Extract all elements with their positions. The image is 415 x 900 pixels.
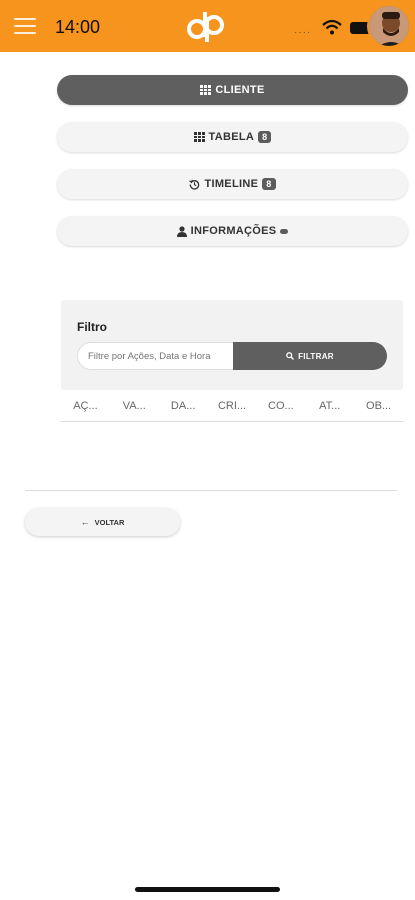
user-icon [176,225,187,237]
filter-title: Filtro [77,320,107,334]
history-icon [189,179,200,190]
timeline-label: TIMELINE [204,178,259,190]
filter-button-label: FILTRAR [298,351,334,361]
timeline-count-badge: 8 [262,178,276,190]
column-header-co[interactable]: CO... [256,400,305,412]
filter-button[interactable]: FILTRAR [233,342,387,370]
voltar-button[interactable]: ← VOLTAR [25,508,180,536]
hamburger-menu-icon[interactable] [14,18,36,34]
column-header-at[interactable]: AT... [305,400,354,412]
tabela-label: TABELA [208,131,255,143]
table-icon [193,132,205,142]
tabela-count-badge: 8 [258,131,272,143]
timeline-button[interactable]: TIMELINE 8 [57,169,408,199]
arrow-left-icon: ← [80,517,90,527]
informacoes-badge [280,228,289,234]
app-header: 14:00 ···· [0,0,415,52]
table-header: AÇ... VA... DA... CRI... CO... AT... OB.… [61,390,403,422]
wifi-icon [322,19,342,35]
user-avatar[interactable] [367,4,411,48]
avatar-image [369,6,409,46]
informacoes-label: INFORMAÇÕES [190,225,277,237]
column-header-obs[interactable]: OB... [354,400,403,412]
column-header-criado[interactable]: CRI... [208,400,257,412]
informacoes-button[interactable]: INFORMAÇÕES [57,216,408,246]
app-logo [187,12,224,42]
cliente-label: CLIENTE [215,84,265,96]
filter-panel: Filtro FILTRAR [61,300,403,390]
column-header-valor[interactable]: VA... [110,400,159,412]
column-header-acoes[interactable]: AÇ... [61,400,110,412]
column-header-data[interactable]: DA... [159,400,208,412]
filter-search-input[interactable] [77,342,237,370]
status-time: 14:00 [55,17,101,37]
section-divider [25,490,397,491]
search-icon [286,352,295,360]
signal-strength-icon: ···· [294,27,312,38]
home-indicator [135,887,280,892]
grid-icon [200,85,212,95]
tabela-button[interactable]: TABELA 8 [57,122,408,152]
voltar-label: VOLTAR [94,517,125,527]
cliente-button[interactable]: CLIENTE [57,75,408,105]
